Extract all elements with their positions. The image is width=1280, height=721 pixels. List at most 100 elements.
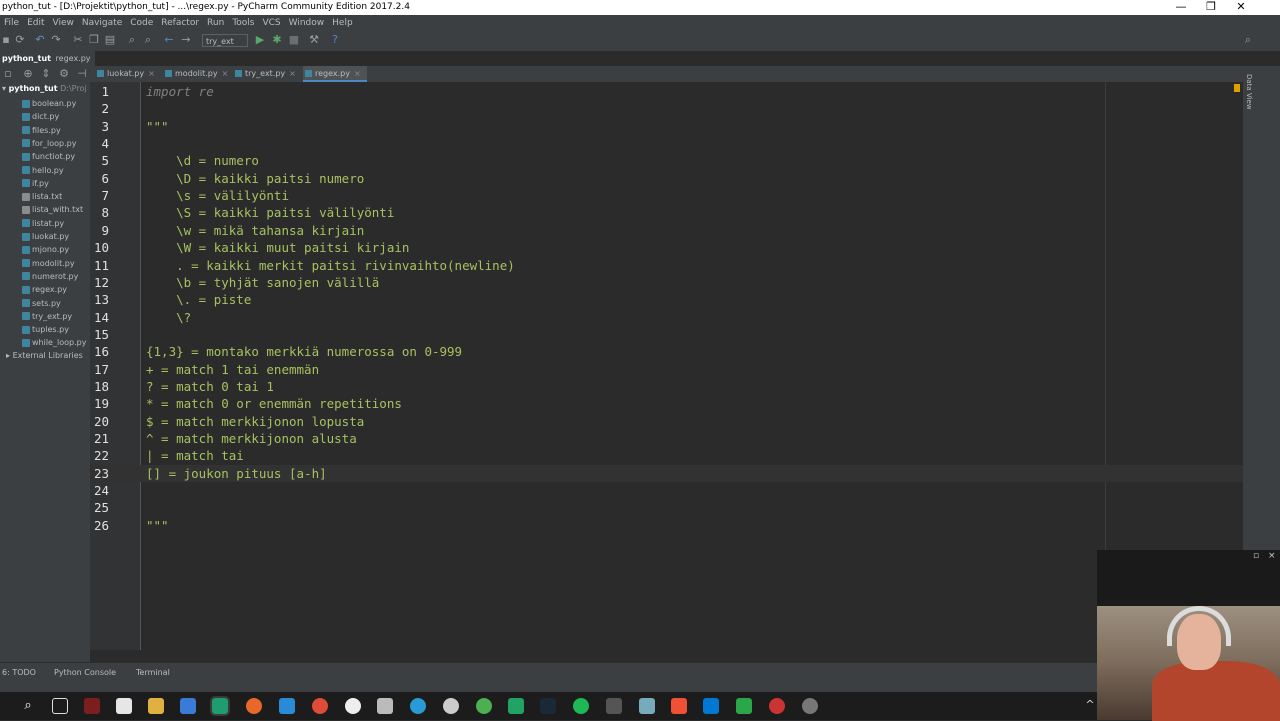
tree-file-item[interactable]: mjono.py xyxy=(22,243,69,256)
tree-root[interactable]: ▾ python_tut D:\Proj xyxy=(2,84,87,93)
mail-icon[interactable] xyxy=(180,698,196,714)
tree-file-item[interactable]: try_ext.py xyxy=(22,310,72,323)
code-line[interactable]: 11 . = kaikki merkit paitsi rivinvaihto(… xyxy=(90,257,1243,274)
store-icon[interactable] xyxy=(116,698,132,714)
app-icon[interactable] xyxy=(345,698,361,714)
code-line[interactable]: 3 """ xyxy=(90,118,1243,135)
tree-file-item[interactable]: lista_with.txt xyxy=(22,203,83,216)
run-config-select[interactable]: try_ext xyxy=(202,34,248,47)
collapse-icon[interactable]: ▫ xyxy=(2,68,14,80)
tree-file-item[interactable]: lista.txt xyxy=(22,190,62,203)
close-button[interactable]: ✕ xyxy=(1226,0,1256,15)
menu-run[interactable]: Run xyxy=(203,16,228,31)
replace-icon[interactable]: ⌕ xyxy=(142,34,154,46)
code-line[interactable]: 21 ^ = match merkkijonon alusta xyxy=(90,430,1243,447)
save-icon[interactable]: ▪ xyxy=(0,34,12,46)
close-tab-icon[interactable]: × xyxy=(289,69,296,78)
code-line[interactable]: 8 \S = kaikki paitsi välilyönti xyxy=(90,204,1243,221)
run-icon[interactable]: ▶ xyxy=(254,34,266,46)
todo-tool[interactable]: 6: TODO xyxy=(2,668,36,677)
code-line[interactable]: 23 [] = joukon pituus [a-h] xyxy=(90,464,1243,482)
tree-file-item[interactable]: regex.py xyxy=(22,283,67,296)
code-line[interactable]: 18 ? = match 0 tai 1 xyxy=(90,378,1243,395)
stop-icon[interactable]: ■ xyxy=(288,34,300,46)
tree-file-item[interactable]: sets.py xyxy=(22,297,61,310)
help-icon[interactable]: ? xyxy=(329,34,341,46)
tab-regex[interactable]: regex.py × xyxy=(303,66,367,82)
tray-chevron-icon[interactable]: ^ xyxy=(1082,698,1098,714)
hide-icon[interactable]: ⊣ xyxy=(76,68,88,80)
forward-icon[interactable]: → xyxy=(180,34,192,46)
cut-icon[interactable]: ✂ xyxy=(72,34,84,46)
app-icon[interactable] xyxy=(279,698,295,714)
copy-icon[interactable]: ❐ xyxy=(88,34,100,46)
code-line[interactable]: 7 \s = välilyönti xyxy=(90,187,1243,204)
app-icon[interactable] xyxy=(802,698,818,714)
back-icon[interactable]: ← xyxy=(163,34,175,46)
warning-marker-icon[interactable] xyxy=(1234,84,1240,92)
menu-code[interactable]: Code xyxy=(126,16,157,31)
tree-file-item[interactable]: files.py xyxy=(22,124,61,137)
code-line[interactable]: 22 | = match tai xyxy=(90,447,1243,464)
breadcrumb-file[interactable]: regex.py xyxy=(54,54,91,63)
code-line[interactable]: 1 import re xyxy=(90,83,1243,100)
code-line[interactable]: 26 """ xyxy=(90,517,1243,534)
code-line[interactable]: 4 xyxy=(90,135,1243,152)
sync-icon[interactable]: ⟳ xyxy=(14,34,26,46)
gear-icon[interactable]: ⚙ xyxy=(58,68,70,80)
excel-icon[interactable] xyxy=(508,698,524,714)
menu-window[interactable]: Window xyxy=(285,16,329,31)
tree-file-item[interactable]: for_loop.py xyxy=(22,137,76,150)
terminal-tool[interactable]: Terminal xyxy=(136,668,170,677)
tree-file-item[interactable]: tuples.py xyxy=(22,323,69,336)
app-icon[interactable] xyxy=(443,698,459,714)
tree-file-item[interactable]: while_loop.py xyxy=(22,336,86,349)
scroll-icon[interactable]: ⇕ xyxy=(40,68,52,80)
tree-file-item[interactable]: boolean.py xyxy=(22,97,76,110)
steam-icon[interactable] xyxy=(540,698,556,714)
tab-try-ext[interactable]: try_ext.py × xyxy=(233,66,303,82)
code-line[interactable]: 2 xyxy=(90,100,1243,117)
tree-file-item[interactable]: hello.py xyxy=(22,164,64,177)
maximize-button[interactable]: ❐ xyxy=(1196,0,1226,15)
code-line[interactable]: 25 xyxy=(90,499,1243,516)
menu-view[interactable]: View xyxy=(49,16,78,31)
folder-icon[interactable] xyxy=(148,698,164,714)
app-icon[interactable] xyxy=(84,698,100,714)
tree-file-item[interactable]: dict.py xyxy=(22,110,59,123)
app-icon[interactable] xyxy=(639,698,655,714)
menu-file[interactable]: File xyxy=(0,16,23,31)
tree-file-item[interactable]: luokat.py xyxy=(22,230,69,243)
edge-icon[interactable] xyxy=(410,698,426,714)
code-line[interactable]: 16 {1,3} = montako merkkiä numerossa on 0… xyxy=(90,343,1243,360)
find-icon[interactable]: ⌕ xyxy=(126,34,138,46)
code-editor[interactable]: 1 import re 2 3 """ 4 5 \d = numero 6 \D = kaik… xyxy=(90,82,1243,650)
close-tab-icon[interactable]: × xyxy=(222,69,229,78)
search-icon[interactable]: ⌕ xyxy=(20,698,36,714)
git-icon[interactable] xyxy=(671,698,687,714)
menu-help[interactable]: Help xyxy=(328,16,357,31)
search-everywhere-icon[interactable]: ⌕ xyxy=(1242,34,1254,46)
breadcrumb-project[interactable]: python_tut xyxy=(0,54,51,63)
code-line[interactable]: 6 \D = kaikki paitsi numero xyxy=(90,170,1243,187)
tree-file-item[interactable]: listat.py xyxy=(22,217,64,230)
python-console-tool[interactable]: Python Console xyxy=(54,668,116,677)
vscode-icon[interactable] xyxy=(703,698,719,714)
chrome-icon[interactable] xyxy=(312,698,328,714)
code-line[interactable]: 12 \b = tyhjät sanojen välillä xyxy=(90,274,1243,291)
firefox-icon[interactable] xyxy=(246,698,262,714)
app-icon[interactable] xyxy=(606,698,622,714)
menu-tools[interactable]: Tools xyxy=(228,16,258,31)
menu-navigate[interactable]: Navigate xyxy=(78,16,126,31)
code-line[interactable]: 5 \d = numero xyxy=(90,152,1243,169)
code-line[interactable]: 20 $ = match merkkijonon lopusta xyxy=(90,413,1243,430)
code-line[interactable]: 10 \W = kaikki muut paitsi kirjain xyxy=(90,239,1243,256)
code-line[interactable]: 14 \? xyxy=(90,309,1243,326)
code-line[interactable]: 17 + = match 1 tai enemmän xyxy=(90,361,1243,378)
paste-icon[interactable]: ▤ xyxy=(104,34,116,46)
debug-icon[interactable]: ✱ xyxy=(271,34,283,46)
minimize-button[interactable]: — xyxy=(1166,0,1196,15)
menu-vcs[interactable]: VCS xyxy=(258,16,284,31)
app-icon[interactable] xyxy=(377,698,393,714)
app-icon[interactable] xyxy=(769,698,785,714)
